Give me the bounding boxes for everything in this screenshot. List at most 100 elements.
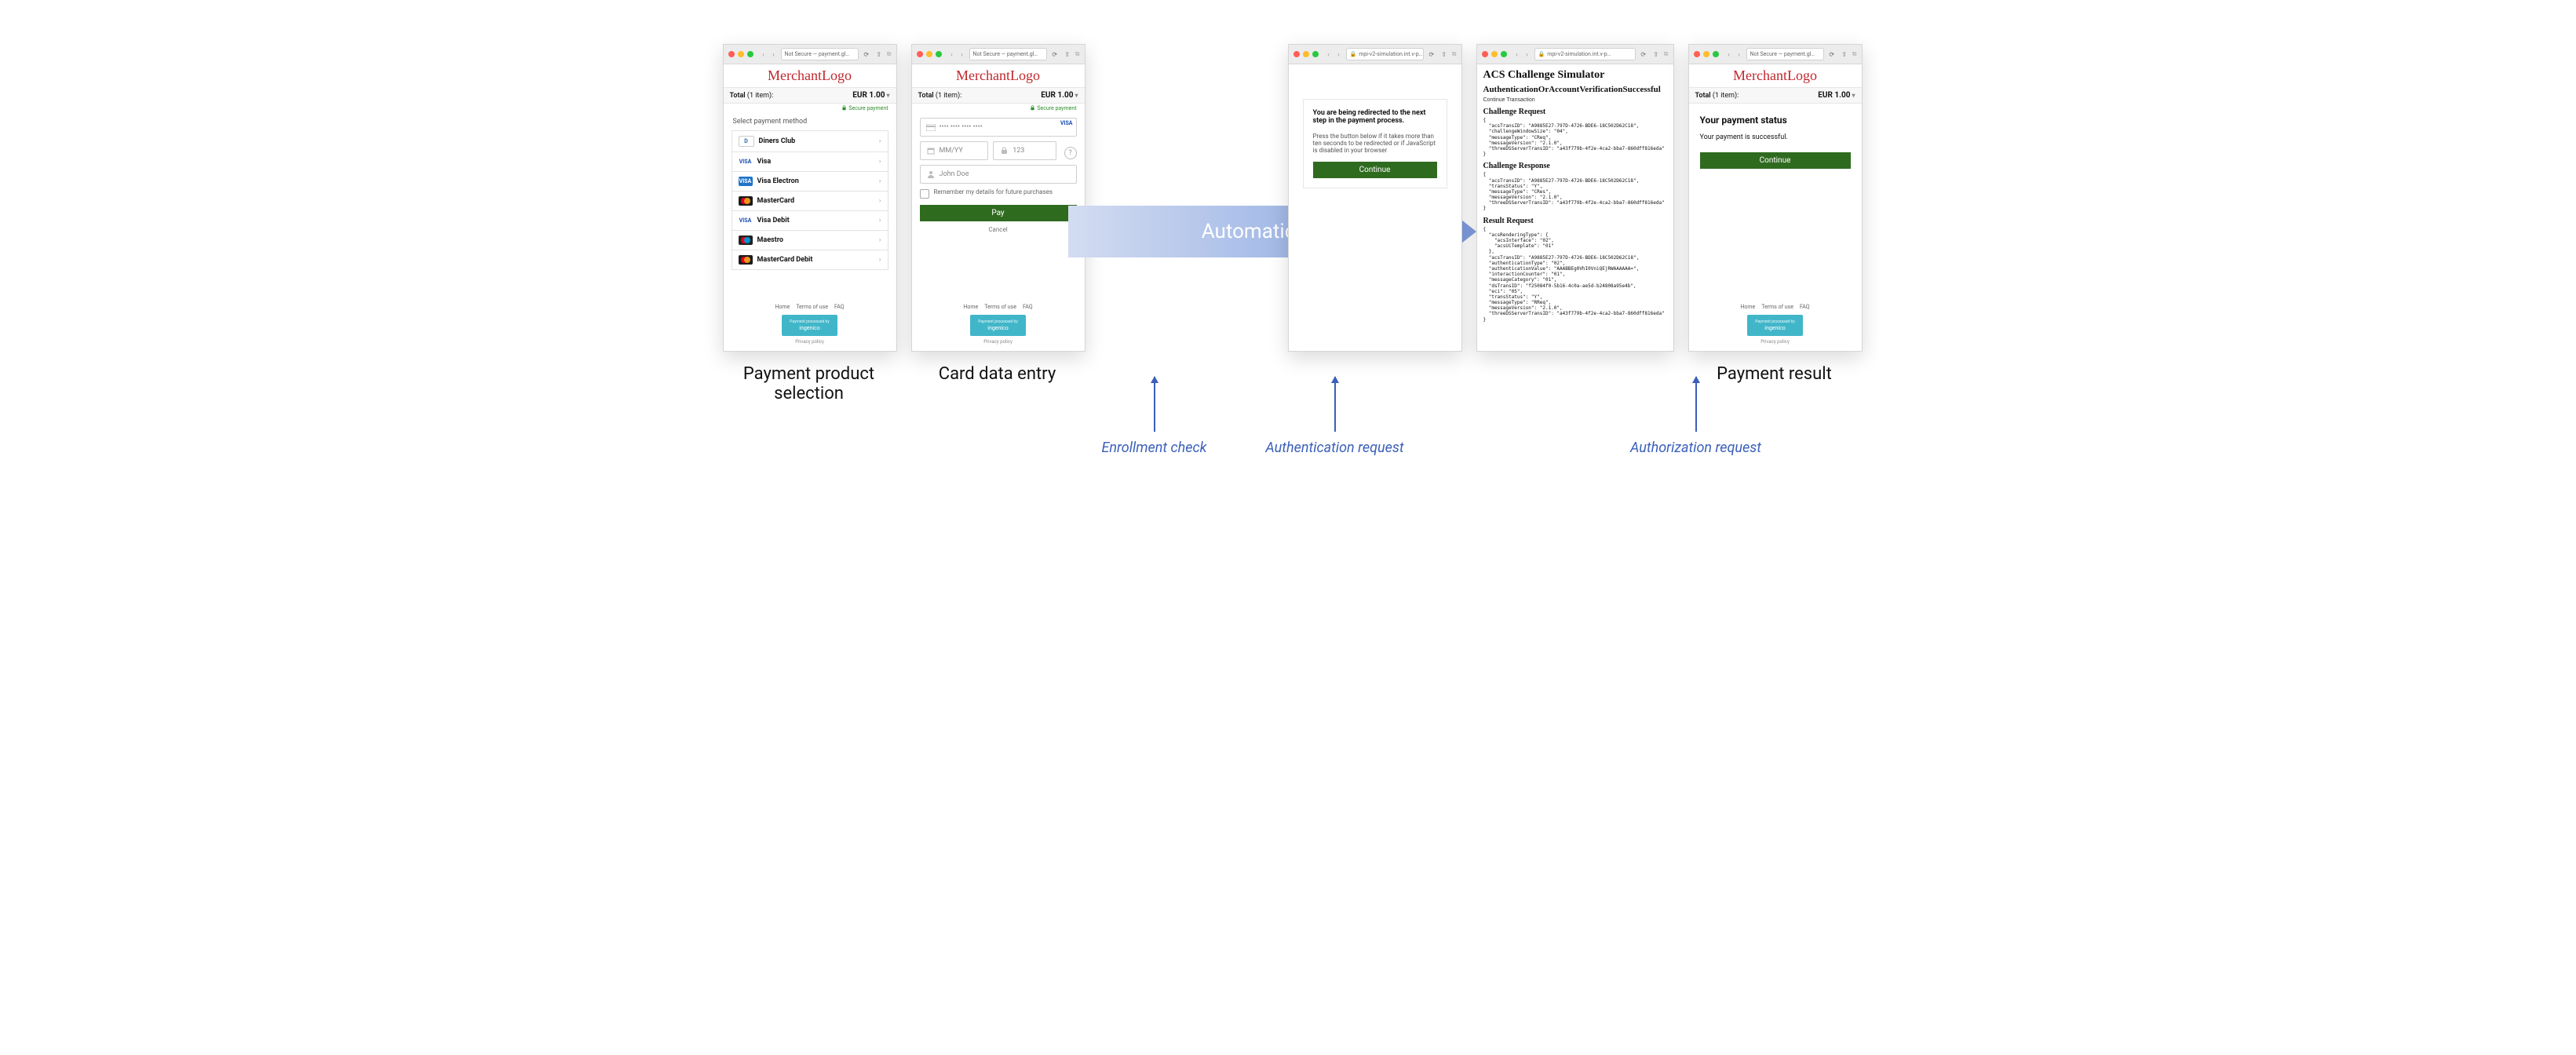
page-footer: HomeTerms of useFAQ Payment processed by… (1689, 299, 1862, 351)
cres-heading: Challenge Response (1483, 162, 1667, 170)
share-icon[interactable]: ⇧ (1063, 51, 1072, 58)
footer-terms[interactable]: Terms of use (796, 304, 828, 310)
caption-step1: Payment product selection (723, 364, 896, 403)
maximize-icon[interactable] (747, 51, 753, 57)
tabs-icon[interactable]: ⧉ (1852, 50, 1857, 58)
reload-icon[interactable]: ⟳ (1639, 51, 1648, 58)
reload-icon[interactable]: ⟳ (1050, 51, 1060, 58)
address-bar[interactable]: Not Secure — payment.gl… (1746, 48, 1824, 60)
lock-icon (1030, 105, 1035, 111)
flow-arrow-label: Automatic (1202, 220, 1296, 243)
merchant-logo: MerchantLogo (724, 64, 896, 84)
checkbox-icon[interactable] (920, 189, 929, 199)
payment-option-mc[interactable]: MasterCard Debit › (732, 250, 888, 270)
footer-home[interactable]: Home (775, 304, 790, 310)
remember-checkbox[interactable]: Remember my details for future purchases (920, 188, 1077, 199)
continue-button[interactable]: Continue (1700, 152, 1851, 169)
total-count: (1 item): (747, 92, 773, 100)
back-icon: ‹ (760, 51, 768, 58)
browser-chrome: ‹› Not Secure — payment.gl… ⟳ ⇧ ⧉ (1689, 45, 1862, 64)
nav-buttons[interactable]: ‹› (760, 51, 778, 58)
nav-buttons[interactable]: ‹› (948, 51, 966, 58)
remember-label: Remember my details for future purchases (934, 188, 1053, 195)
arrow-up-icon (1695, 377, 1697, 432)
chevron-right-icon: › (879, 217, 881, 225)
pay-button[interactable]: Pay (920, 205, 1077, 221)
lock-icon (998, 147, 1009, 155)
address-bar[interactable]: 🔒mpi-v2-simulation.int.v-p… (1346, 48, 1424, 60)
share-icon[interactable]: ⇧ (1439, 51, 1449, 58)
person-icon (925, 170, 936, 178)
payment-option-label: Maestro (757, 236, 783, 244)
browser-window-redirect: ‹› 🔒mpi-v2-simulation.int.v-p… ⟳ ⇧ ⧉ You… (1288, 44, 1462, 352)
secure-badge: Secure payment (912, 104, 1085, 111)
minimize-icon[interactable] (738, 51, 744, 57)
chevron-down-icon[interactable]: ▾ (1075, 92, 1078, 99)
acs-status: AuthenticationOrAccountVerificationSucce… (1483, 85, 1667, 94)
arrow-up-icon (1334, 377, 1336, 432)
tabs-icon[interactable]: ⧉ (1452, 50, 1457, 58)
diagram-stage: ‹› Not Secure — payment.gl… ⟳ ⇧ ⧉ Mercha… (644, 0, 1932, 528)
payment-option-label: MasterCard Debit (757, 256, 813, 264)
psp-badge: Payment processed byingenico (782, 315, 837, 336)
minimize-icon[interactable] (926, 51, 932, 57)
footer-privacy[interactable]: Privacy policy (724, 339, 896, 345)
address-bar[interactable]: 🔒mpi-v2-simulation.int.v-p… (1534, 48, 1636, 60)
payment-option-label: Diners Club (759, 137, 796, 145)
merchant-logo: MerchantLogo (1689, 64, 1862, 84)
payment-option-visa[interactable]: VISAVisa› (732, 151, 888, 171)
expiry-field[interactable]: MM/YY (920, 141, 989, 160)
payment-option-mc[interactable]: MasterCard› (732, 191, 888, 210)
callout-auth-request: Authentication request (1264, 377, 1406, 456)
footer-faq[interactable]: FAQ (834, 304, 845, 310)
forward-icon: › (770, 51, 778, 58)
share-icon[interactable]: ⇧ (1840, 51, 1849, 58)
psp-badge: Payment processed byingenico (1747, 315, 1802, 336)
chevron-right-icon: › (879, 137, 881, 145)
share-icon[interactable]: ⇧ (1651, 51, 1661, 58)
reload-icon[interactable]: ⟳ (862, 51, 871, 58)
payment-option-diners[interactable]: DDiners Club› (732, 130, 888, 151)
close-icon[interactable] (917, 51, 923, 57)
callout-label: Authorization request (1630, 440, 1761, 456)
lock-icon (841, 105, 847, 111)
payment-option-visa[interactable]: VISAVisa Debit› (732, 210, 888, 230)
close-icon[interactable] (728, 51, 735, 57)
continue-button[interactable]: Continue (1313, 162, 1437, 178)
chevron-down-icon[interactable]: ▾ (886, 92, 889, 99)
cardholder-field[interactable]: John Doe (920, 165, 1077, 184)
browser-chrome: ‹› 🔒mpi-v2-simulation.int.v-p… ⟳ ⇧ ⧉ (1477, 45, 1673, 64)
payment-option-label: Visa Debit (757, 217, 790, 225)
options-header: Select payment method (733, 118, 887, 126)
total-amount: EUR 1.00 (852, 91, 885, 100)
lock-icon: 🔒 (1538, 51, 1545, 57)
tabs-icon[interactable]: ⧉ (1664, 50, 1669, 58)
address-bar[interactable]: Not Secure — payment.gl… (781, 48, 859, 60)
share-icon[interactable]: ⇧ (874, 51, 884, 58)
maximize-icon[interactable] (936, 51, 942, 57)
status-panel: Your payment status Your payment is succ… (1689, 104, 1862, 169)
creq-json: { "acsTransID": "A9885E27-797D-4726-BDE6… (1483, 118, 1667, 157)
chevron-down-icon[interactable]: ▾ (1852, 92, 1855, 99)
card-number-field[interactable]: •••• •••• •••• •••• VISA (920, 118, 1077, 137)
cvv-help-icon[interactable]: ? (1064, 147, 1077, 159)
address-bar[interactable]: Not Secure — payment.gl… (969, 48, 1047, 60)
card-form: •••• •••• •••• •••• VISA MM/YY 123 ? Joh… (912, 111, 1085, 233)
redirect-panel: You are being redirected to the next ste… (1303, 99, 1447, 188)
total-bar: Total (1 item): EUR 1.00▾ (1689, 87, 1862, 104)
cvv-field[interactable]: 123 (993, 141, 1056, 160)
reload-icon[interactable]: ⟳ (1827, 51, 1837, 58)
cancel-button[interactable]: Cancel (920, 226, 1077, 233)
tabs-icon[interactable]: ⧉ (887, 50, 892, 58)
browser-window-cardform: ‹› Not Secure — payment.gl… ⟳ ⇧ ⧉ Mercha… (911, 44, 1085, 352)
tabs-icon[interactable]: ⧉ (1075, 50, 1080, 58)
browser-chrome: ‹› Not Secure — payment.gl… ⟳ ⇧ ⧉ (724, 45, 896, 64)
payment-option-maestro[interactable]: Maestro› (732, 230, 888, 250)
card-icon (925, 124, 936, 131)
page-footer: HomeTerms of useFAQ Payment processed by… (912, 299, 1085, 351)
callout-enrollment: Enrollment check (1084, 377, 1225, 456)
payment-option-vise[interactable]: VISAVisa Electron› (732, 171, 888, 191)
continue-transaction-button[interactable]: Continue Transaction (1483, 97, 1667, 103)
reload-icon[interactable]: ⟳ (1427, 51, 1436, 58)
chevron-right-icon: › (879, 256, 881, 264)
